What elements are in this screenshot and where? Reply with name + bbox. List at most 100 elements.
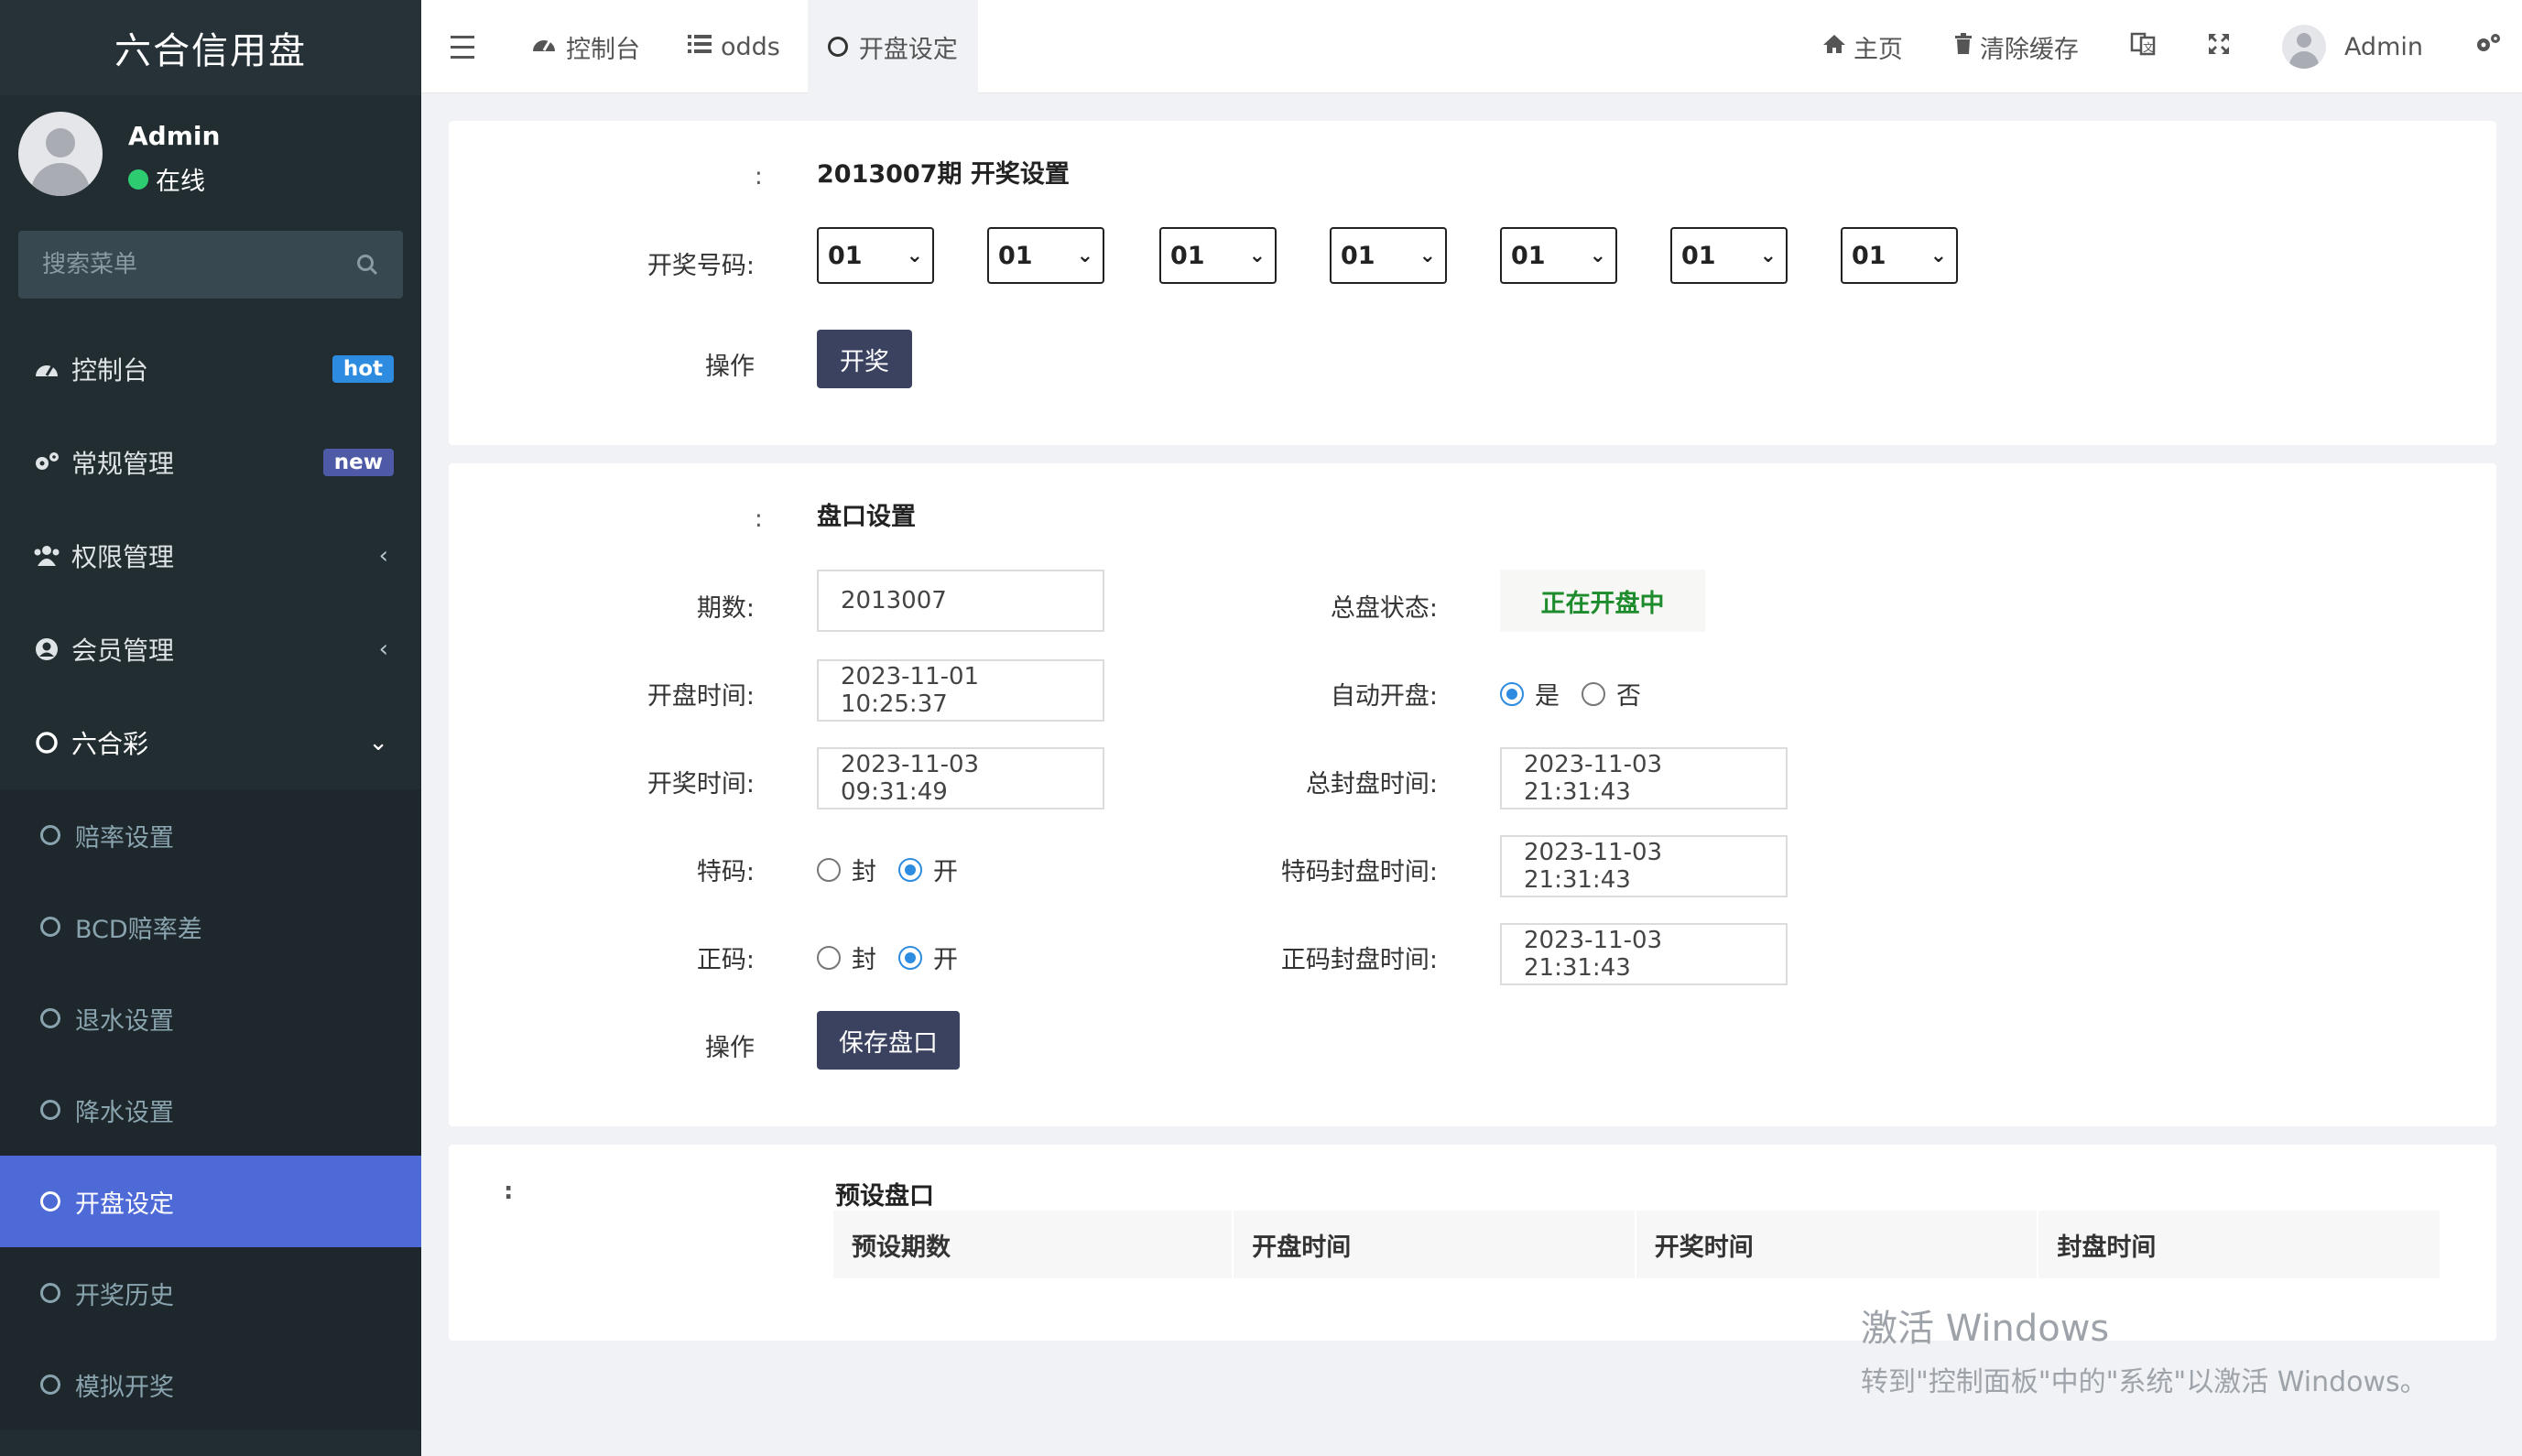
special-code-label: 特码: [696, 858, 755, 886]
total-close-time-input[interactable]: 2023-11-03 21:31:43 [1500, 747, 1788, 809]
sidebar-item-permissions[interactable]: 权限管理 ‹ [0, 509, 421, 603]
settings-button[interactable] [2449, 0, 2522, 93]
sidebar-item-label: 常规管理 [71, 449, 175, 479]
table-header-row: 预设期数 开盘时间 开奖时间 封盘时间 [833, 1211, 2441, 1278]
user-menu[interactable]: Admin [2256, 0, 2449, 93]
sidebar-item-label: 控制台 [71, 355, 149, 386]
submenu-bcd-odds-diff[interactable]: BCD赔率差 [0, 881, 421, 972]
lottery-submenu: 赔率设置 BCD赔率差 退水设置 降水设置 开盘设定 开奖历史 模拟开奖 [0, 789, 421, 1430]
submenu-label: 退水设置 [75, 1006, 174, 1036]
normal-code-radio-group: 封 开 [817, 940, 980, 975]
tab-dashboard[interactable]: 控制台 [511, 0, 660, 93]
chevron-left-icon: ‹ [378, 542, 388, 570]
draw-number-select-6[interactable]: 01 ⌄ [1670, 227, 1788, 284]
preset-markets-table: 预设期数 开盘时间 开奖时间 封盘时间 [833, 1211, 2441, 1278]
submenu-simulate-draw[interactable]: 模拟开奖 [0, 1339, 421, 1430]
total-status-label: 总盘状态: [1330, 594, 1438, 623]
chevron-down-icon: ⌄ [1930, 244, 1947, 267]
fullscreen-button[interactable] [2181, 0, 2256, 93]
home-button[interactable]: 主页 [1797, 0, 1929, 93]
auto-open-radio-group: 是 否 [1500, 676, 1663, 712]
radio-label: 开 [933, 946, 958, 974]
list-icon [688, 34, 712, 60]
chevron-left-icon: ‹ [378, 636, 388, 663]
search-menu-input[interactable] [42, 251, 317, 278]
special-close-time-input[interactable]: 2023-11-03 21:31:43 [1500, 835, 1788, 897]
sidebar-item-general[interactable]: 常规管理 new [0, 416, 421, 509]
draw-action-label: 操作 [705, 353, 755, 381]
sidebar-menu: 控制台 hot 常规管理 new 权限管理 ‹ 会员管理 ‹ 六合彩 ⌄ 赔率设… [0, 322, 421, 1430]
tab-odds[interactable]: odds [668, 0, 800, 93]
chevron-down-icon: ⌄ [1589, 244, 1606, 267]
draw-number-select-4[interactable]: 01 ⌄ [1330, 227, 1447, 284]
total-close-time-label: 总封盘时间: [1305, 770, 1438, 799]
draw-number-select-7[interactable]: 01 ⌄ [1841, 227, 1958, 284]
language-button[interactable]: 文 [2104, 0, 2181, 93]
avatar [2281, 25, 2326, 69]
normal-close-time-input[interactable]: 2023-11-03 21:31:43 [1500, 923, 1788, 985]
open-time-input[interactable]: 2023-11-01 10:25:37 [817, 659, 1104, 722]
tab-label: odds [721, 32, 780, 61]
draw-number-select-1[interactable]: 01 ⌄ [817, 227, 934, 284]
special-code-radio-group: 封 开 [817, 852, 980, 887]
home-icon [1822, 34, 1846, 60]
search-icon[interactable] [355, 253, 379, 277]
sidebar-item-label: 权限管理 [71, 542, 175, 572]
radio-label: 封 [852, 946, 876, 974]
submenu-label: BCD赔率差 [75, 915, 202, 944]
submenu-label: 模拟开奖 [75, 1373, 174, 1402]
app-title: 六合信用盘 [0, 0, 421, 95]
submenu-market-settings[interactable]: 开盘设定 [0, 1156, 421, 1247]
normal-closed-radio[interactable] [817, 945, 841, 970]
chevron-down-icon: ⌄ [906, 244, 923, 267]
sidebar-item-lottery[interactable]: 六合彩 ⌄ [0, 696, 421, 789]
circle-icon [827, 37, 848, 57]
submenu-rebate-settings[interactable]: 退水设置 [0, 972, 421, 1064]
tab-label: 控制台 [566, 35, 640, 64]
tab-label: 开盘设定 [858, 35, 958, 64]
draw-settings-title: 2013007期 开奖设置 [817, 160, 1070, 189]
tab-market-settings[interactable]: 开盘设定 [807, 0, 978, 93]
sidebar-item-label: 会员管理 [71, 636, 175, 666]
draw-time-input[interactable]: 2023-11-03 09:31:49 [817, 747, 1104, 809]
sidebar-item-members[interactable]: 会员管理 ‹ [0, 603, 421, 696]
submenu-draw-history[interactable]: 开奖历史 [0, 1247, 421, 1339]
circle-icon [40, 1008, 60, 1028]
submenu-reduction-settings[interactable]: 降水设置 [0, 1064, 421, 1156]
auto-open-yes-radio[interactable] [1500, 681, 1524, 706]
new-badge: new [322, 449, 394, 476]
chevron-down-icon: ⌄ [1248, 244, 1266, 267]
sidebar: 六合信用盘 Admin 在线 控制台 hot 常规管理 new [0, 0, 421, 1456]
chevron-down-icon: ⌄ [368, 729, 388, 756]
section-colon: : [755, 163, 763, 190]
clear-cache-button[interactable]: 清除缓存 [1929, 0, 2104, 93]
normal-open-radio[interactable] [898, 945, 922, 970]
save-market-button[interactable]: 保存盘口 [817, 1011, 960, 1070]
user-panel: Admin 在线 [0, 95, 421, 214]
menu-toggle-button[interactable] [421, 0, 504, 93]
svg-text:文: 文 [2143, 40, 2154, 54]
submenu-odds-settings[interactable]: 赔率设置 [0, 789, 421, 881]
sidebar-item-dashboard[interactable]: 控制台 hot [0, 322, 421, 416]
sidebar-item-label: 六合彩 [71, 729, 149, 759]
dashboard-icon [531, 33, 557, 60]
period-input[interactable]: 2013007 [817, 570, 1104, 632]
draw-number-select-3[interactable]: 01 ⌄ [1159, 227, 1277, 284]
cogs-icon [31, 451, 62, 474]
draw-button[interactable]: 开奖 [817, 330, 912, 388]
search-menu-box[interactable] [18, 231, 403, 299]
auto-open-label: 自动开盘: [1330, 682, 1438, 711]
market-settings-panel: : 盘口设置 期数: 2013007 开盘时间: 2023-11-01 10:2… [449, 463, 2496, 1126]
circle-icon [40, 1283, 60, 1303]
draw-number-select-2[interactable]: 01 ⌄ [987, 227, 1104, 284]
preset-markets-title: 预设盘口 [835, 1182, 934, 1211]
hamburger-icon [451, 32, 474, 62]
chevron-down-icon: ⌄ [1076, 244, 1093, 267]
special-closed-radio[interactable] [817, 857, 841, 882]
column-header: 封盘时间 [2038, 1211, 2441, 1278]
special-open-radio[interactable] [898, 857, 922, 882]
draw-number-select-5[interactable]: 01 ⌄ [1500, 227, 1617, 284]
circle-icon [40, 825, 60, 845]
hot-badge: hot [332, 355, 394, 383]
auto-open-no-radio[interactable] [1582, 681, 1605, 706]
